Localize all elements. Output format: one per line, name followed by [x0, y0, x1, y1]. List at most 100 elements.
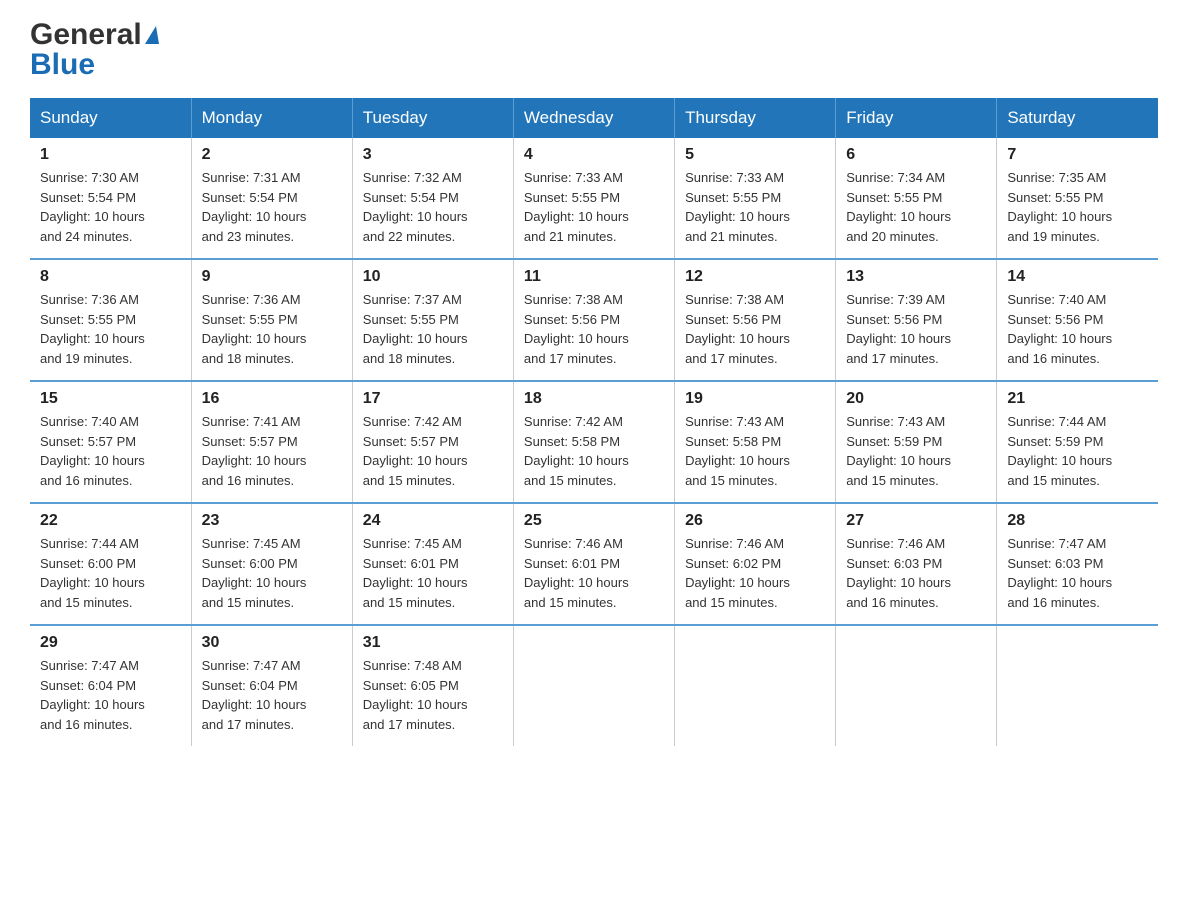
calendar-cell: 23 Sunrise: 7:45 AMSunset: 6:00 PMDaylig…: [191, 503, 352, 625]
day-number: 31: [363, 634, 503, 652]
day-number: 27: [846, 512, 986, 530]
calendar-cell: 4 Sunrise: 7:33 AMSunset: 5:55 PMDayligh…: [513, 138, 674, 259]
logo-general-text: General: [30, 20, 142, 50]
day-info: Sunrise: 7:41 AMSunset: 5:57 PMDaylight:…: [202, 412, 342, 490]
day-info: Sunrise: 7:46 AMSunset: 6:03 PMDaylight:…: [846, 534, 986, 612]
day-info: Sunrise: 7:45 AMSunset: 6:01 PMDaylight:…: [363, 534, 503, 612]
day-number: 22: [40, 512, 181, 530]
day-number: 24: [363, 512, 503, 530]
header-cell-sunday: Sunday: [30, 98, 191, 138]
day-info: Sunrise: 7:42 AMSunset: 5:58 PMDaylight:…: [524, 412, 664, 490]
calendar-cell: 2 Sunrise: 7:31 AMSunset: 5:54 PMDayligh…: [191, 138, 352, 259]
day-number: 10: [363, 268, 503, 286]
calendar-week-row: 1 Sunrise: 7:30 AMSunset: 5:54 PMDayligh…: [30, 138, 1158, 259]
day-info: Sunrise: 7:44 AMSunset: 5:59 PMDaylight:…: [1007, 412, 1148, 490]
day-info: Sunrise: 7:43 AMSunset: 5:58 PMDaylight:…: [685, 412, 825, 490]
day-info: Sunrise: 7:34 AMSunset: 5:55 PMDaylight:…: [846, 168, 986, 246]
day-number: 4: [524, 146, 664, 164]
calendar-cell: 6 Sunrise: 7:34 AMSunset: 5:55 PMDayligh…: [836, 138, 997, 259]
day-info: Sunrise: 7:31 AMSunset: 5:54 PMDaylight:…: [202, 168, 342, 246]
header-cell-friday: Friday: [836, 98, 997, 138]
day-number: 3: [363, 146, 503, 164]
calendar-cell: 10 Sunrise: 7:37 AMSunset: 5:55 PMDaylig…: [352, 259, 513, 381]
day-number: 16: [202, 390, 342, 408]
day-info: Sunrise: 7:39 AMSunset: 5:56 PMDaylight:…: [846, 290, 986, 368]
calendar-cell: 22 Sunrise: 7:44 AMSunset: 6:00 PMDaylig…: [30, 503, 191, 625]
day-info: Sunrise: 7:37 AMSunset: 5:55 PMDaylight:…: [363, 290, 503, 368]
header-cell-thursday: Thursday: [675, 98, 836, 138]
header-cell-saturday: Saturday: [997, 98, 1158, 138]
day-info: Sunrise: 7:38 AMSunset: 5:56 PMDaylight:…: [524, 290, 664, 368]
calendar-cell: 31 Sunrise: 7:48 AMSunset: 6:05 PMDaylig…: [352, 625, 513, 746]
calendar-cell: 26 Sunrise: 7:46 AMSunset: 6:02 PMDaylig…: [675, 503, 836, 625]
calendar-cell: [836, 625, 997, 746]
calendar-cell: 5 Sunrise: 7:33 AMSunset: 5:55 PMDayligh…: [675, 138, 836, 259]
calendar-cell: 17 Sunrise: 7:42 AMSunset: 5:57 PMDaylig…: [352, 381, 513, 503]
day-info: Sunrise: 7:44 AMSunset: 6:00 PMDaylight:…: [40, 534, 181, 612]
calendar-cell: 18 Sunrise: 7:42 AMSunset: 5:58 PMDaylig…: [513, 381, 674, 503]
day-number: 7: [1007, 146, 1148, 164]
day-number: 17: [363, 390, 503, 408]
calendar-cell: 19 Sunrise: 7:43 AMSunset: 5:58 PMDaylig…: [675, 381, 836, 503]
calendar-cell: 21 Sunrise: 7:44 AMSunset: 5:59 PMDaylig…: [997, 381, 1158, 503]
calendar-cell: 11 Sunrise: 7:38 AMSunset: 5:56 PMDaylig…: [513, 259, 674, 381]
day-number: 8: [40, 268, 181, 286]
calendar-cell: 16 Sunrise: 7:41 AMSunset: 5:57 PMDaylig…: [191, 381, 352, 503]
page-header: General Blue: [30, 20, 1158, 80]
day-number: 5: [685, 146, 825, 164]
day-number: 14: [1007, 268, 1148, 286]
day-info: Sunrise: 7:33 AMSunset: 5:55 PMDaylight:…: [524, 168, 664, 246]
day-number: 20: [846, 390, 986, 408]
day-info: Sunrise: 7:30 AMSunset: 5:54 PMDaylight:…: [40, 168, 181, 246]
calendar-cell: [997, 625, 1158, 746]
logo-row2: Blue: [30, 50, 159, 80]
calendar-cell: 30 Sunrise: 7:47 AMSunset: 6:04 PMDaylig…: [191, 625, 352, 746]
day-number: 19: [685, 390, 825, 408]
calendar-cell: 25 Sunrise: 7:46 AMSunset: 6:01 PMDaylig…: [513, 503, 674, 625]
day-number: 25: [524, 512, 664, 530]
day-number: 12: [685, 268, 825, 286]
header-cell-tuesday: Tuesday: [352, 98, 513, 138]
calendar-cell: 28 Sunrise: 7:47 AMSunset: 6:03 PMDaylig…: [997, 503, 1158, 625]
day-number: 28: [1007, 512, 1148, 530]
day-number: 9: [202, 268, 342, 286]
logo-blue-text: Blue: [30, 50, 95, 80]
calendar-cell: 24 Sunrise: 7:45 AMSunset: 6:01 PMDaylig…: [352, 503, 513, 625]
day-number: 11: [524, 268, 664, 286]
day-number: 26: [685, 512, 825, 530]
calendar-cell: 15 Sunrise: 7:40 AMSunset: 5:57 PMDaylig…: [30, 381, 191, 503]
day-info: Sunrise: 7:45 AMSunset: 6:00 PMDaylight:…: [202, 534, 342, 612]
day-number: 15: [40, 390, 181, 408]
calendar-header-row: SundayMondayTuesdayWednesdayThursdayFrid…: [30, 98, 1158, 138]
calendar-cell: 3 Sunrise: 7:32 AMSunset: 5:54 PMDayligh…: [352, 138, 513, 259]
calendar-cell: 14 Sunrise: 7:40 AMSunset: 5:56 PMDaylig…: [997, 259, 1158, 381]
day-number: 1: [40, 146, 181, 164]
day-info: Sunrise: 7:33 AMSunset: 5:55 PMDaylight:…: [685, 168, 825, 246]
header-cell-wednesday: Wednesday: [513, 98, 674, 138]
day-info: Sunrise: 7:47 AMSunset: 6:04 PMDaylight:…: [202, 656, 342, 734]
day-number: 2: [202, 146, 342, 164]
calendar-week-row: 22 Sunrise: 7:44 AMSunset: 6:00 PMDaylig…: [30, 503, 1158, 625]
day-number: 13: [846, 268, 986, 286]
logo: General Blue: [30, 20, 159, 80]
day-number: 6: [846, 146, 986, 164]
day-info: Sunrise: 7:46 AMSunset: 6:01 PMDaylight:…: [524, 534, 664, 612]
logo-row1: General: [30, 20, 159, 50]
calendar-cell: 1 Sunrise: 7:30 AMSunset: 5:54 PMDayligh…: [30, 138, 191, 259]
calendar-table: SundayMondayTuesdayWednesdayThursdayFrid…: [30, 98, 1158, 746]
day-info: Sunrise: 7:47 AMSunset: 6:04 PMDaylight:…: [40, 656, 181, 734]
calendar-cell: 27 Sunrise: 7:46 AMSunset: 6:03 PMDaylig…: [836, 503, 997, 625]
calendar-cell: 13 Sunrise: 7:39 AMSunset: 5:56 PMDaylig…: [836, 259, 997, 381]
calendar-week-row: 29 Sunrise: 7:47 AMSunset: 6:04 PMDaylig…: [30, 625, 1158, 746]
day-number: 23: [202, 512, 342, 530]
calendar-cell: 9 Sunrise: 7:36 AMSunset: 5:55 PMDayligh…: [191, 259, 352, 381]
day-info: Sunrise: 7:46 AMSunset: 6:02 PMDaylight:…: [685, 534, 825, 612]
calendar-cell: 7 Sunrise: 7:35 AMSunset: 5:55 PMDayligh…: [997, 138, 1158, 259]
header-cell-monday: Monday: [191, 98, 352, 138]
day-info: Sunrise: 7:36 AMSunset: 5:55 PMDaylight:…: [40, 290, 181, 368]
day-info: Sunrise: 7:36 AMSunset: 5:55 PMDaylight:…: [202, 290, 342, 368]
calendar-cell: 29 Sunrise: 7:47 AMSunset: 6:04 PMDaylig…: [30, 625, 191, 746]
day-info: Sunrise: 7:35 AMSunset: 5:55 PMDaylight:…: [1007, 168, 1148, 246]
calendar-cell: 20 Sunrise: 7:43 AMSunset: 5:59 PMDaylig…: [836, 381, 997, 503]
day-info: Sunrise: 7:43 AMSunset: 5:59 PMDaylight:…: [846, 412, 986, 490]
